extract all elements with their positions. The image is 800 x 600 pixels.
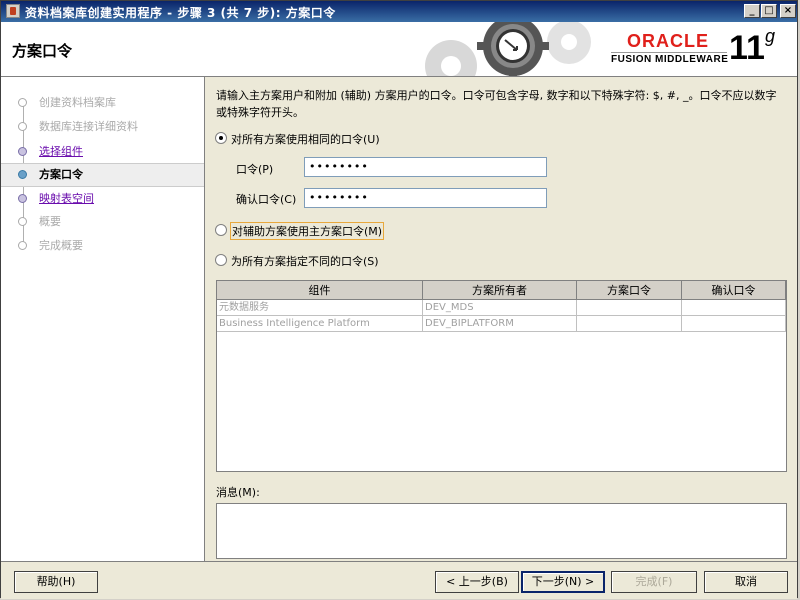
step-select-components[interactable]: 选择组件 [1, 141, 204, 163]
cell-component: 元数据服务 [217, 300, 423, 316]
column-header-component[interactable]: 组件 [217, 281, 423, 300]
messages-label: 消息(M): [216, 486, 260, 499]
java-app-icon [6, 4, 20, 18]
table-row[interactable]: 元数据服务 DEV_MDS [217, 300, 786, 316]
messages-box [216, 503, 787, 559]
radio-aux-use-main-password[interactable] [215, 224, 227, 236]
confirm-password-input[interactable]: •••••••• [304, 188, 547, 208]
step-done-icon [18, 194, 27, 203]
step-summary: 概要 [1, 211, 204, 233]
step-done-icon [18, 147, 27, 156]
table-row[interactable]: Business Intelligence Platform DEV_BIPLA… [217, 316, 786, 332]
logo-divider [611, 52, 727, 53]
step-completion-summary: 完成概要 [1, 235, 204, 257]
password-input[interactable]: •••••••• [304, 157, 547, 177]
radio-aux-use-main-password-label[interactable]: 对辅助方案使用主方案口令(M) [230, 222, 385, 240]
radio-different-passwords-label[interactable]: 为所有方案指定不同的口令(S) [231, 253, 379, 269]
cell-schema-password[interactable] [577, 300, 682, 316]
cell-schema-owner: DEV_MDS [423, 300, 577, 316]
title-bar[interactable]: 资料档案库创建实用程序 - 步骤 3 (共 7 步): 方案口令 _ □ × [1, 1, 797, 22]
radio-same-password[interactable] [215, 132, 227, 144]
minimize-button[interactable]: _ [744, 4, 760, 18]
step-current-icon [18, 170, 27, 179]
main-panel: 请输入主方案用户和附加 (辅助) 方案用户的口令。口令可包含字母, 数字和以下特… [206, 77, 797, 561]
cell-schema-owner: DEV_BIPLATFORM [423, 316, 577, 332]
column-header-schema-owner[interactable]: 方案所有者 [423, 281, 577, 300]
finish-button[interactable]: 完成(F) [611, 571, 697, 593]
cell-schema-password[interactable] [577, 316, 682, 332]
radio-same-password-label[interactable]: 对所有方案使用相同的口令(U) [231, 131, 380, 147]
window-title: 资料档案库创建实用程序 - 步骤 3 (共 7 步): 方案口令 [25, 6, 336, 20]
cell-confirm-password[interactable] [682, 316, 786, 332]
button-bar: 帮助(H) < 上一步(B) 下一步(N) > 完成(F) 取消 [1, 561, 797, 599]
confirm-password-label: 确认口令(C) [236, 193, 297, 206]
oracle-logo: ORACLE [627, 31, 709, 51]
back-button[interactable]: < 上一步(B) [435, 571, 519, 593]
cell-confirm-password[interactable] [682, 300, 786, 316]
close-button[interactable]: × [780, 4, 796, 18]
page-title: 方案口令 [12, 42, 73, 60]
step-map-tablespaces[interactable]: 映射表空间 [1, 188, 204, 210]
cell-component: Business Intelligence Platform [217, 316, 423, 332]
radio-different-passwords[interactable] [215, 254, 227, 266]
help-button[interactable]: 帮助(H) [14, 571, 98, 593]
column-header-confirm-password[interactable]: 确认口令 [682, 281, 786, 300]
page-header: 方案口令 ORACLE FUSION MIDDLEWARE 11g [1, 22, 797, 77]
product-name: FUSION MIDDLEWARE [611, 54, 729, 65]
step-create-repository: 创建资料档案库 [1, 92, 204, 114]
cancel-button[interactable]: 取消 [704, 571, 788, 593]
steps-sidebar: 创建资料档案库 数据库连接详细资料 选择组件 方案口令 映射表空间 概要 完成概… [1, 77, 205, 561]
maximize-button[interactable]: □ [761, 4, 777, 18]
step-pending-icon [18, 122, 27, 131]
app-window: 资料档案库创建实用程序 - 步骤 3 (共 7 步): 方案口令 _ □ × 方… [0, 0, 798, 599]
instructions-text: 请输入主方案用户和附加 (辅助) 方案用户的口令。口令可包含字母, 数字和以下特… [216, 89, 777, 119]
step-pending-icon [18, 241, 27, 250]
schema-table: 组件 方案所有者 方案口令 确认口令 元数据服务 DEV_MDS Busines… [216, 280, 787, 472]
next-button[interactable]: 下一步(N) > [521, 571, 605, 593]
step-pending-icon [18, 217, 27, 226]
table-header: 组件 方案所有者 方案口令 确认口令 [217, 281, 786, 300]
version-logo: 11g [729, 26, 775, 67]
password-label: 口令(P) [236, 163, 274, 176]
column-header-schema-password[interactable]: 方案口令 [577, 281, 682, 300]
step-schema-passwords: 方案口令 [1, 163, 204, 187]
gear-decoration-icon [421, 22, 591, 76]
step-db-connection: 数据库连接详细资料 [1, 116, 204, 138]
step-pending-icon [18, 98, 27, 107]
